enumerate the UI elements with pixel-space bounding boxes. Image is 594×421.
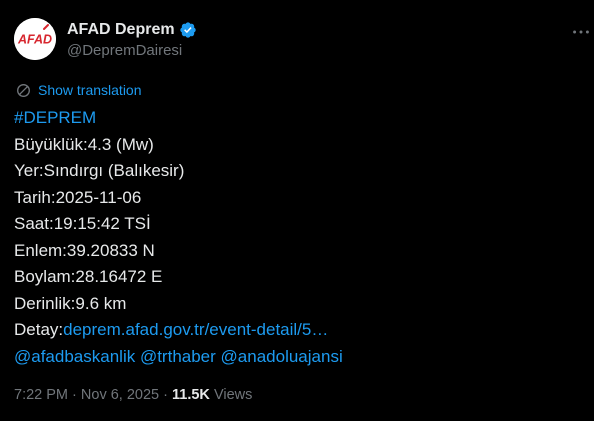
location-line: Yer:Sındırgı (Balıkesir) bbox=[14, 161, 185, 180]
meta-separator: · bbox=[72, 387, 77, 403]
display-name[interactable]: AFAD Deprem bbox=[67, 21, 175, 39]
afad-logo-icon: AFAD bbox=[14, 18, 56, 60]
avatar[interactable]: AFAD bbox=[14, 18, 56, 60]
post-text: #DEPREM Büyüklük:4.3 (Mw) Yer:Sındırgı (… bbox=[14, 105, 343, 370]
name-row: AFAD Deprem bbox=[67, 20, 197, 40]
mention-link[interactable]: @trthaber bbox=[140, 347, 216, 366]
date-line: Tarih:2025-11-06 bbox=[14, 187, 142, 207]
handle[interactable]: @DepremDairesi bbox=[67, 42, 182, 59]
post-time[interactable]: 7:22 PM bbox=[14, 387, 68, 403]
time-line: Saat:19:15:42 TSİ bbox=[14, 214, 151, 233]
avatar-text: AFAD bbox=[17, 33, 52, 47]
more-options-icon[interactable] bbox=[570, 21, 592, 43]
depth-line: Derinlik:9.6 km bbox=[14, 293, 127, 313]
views-label: Views bbox=[213, 387, 253, 403]
latitude-line: Enlem:39.20833 N bbox=[14, 240, 155, 260]
detail-line: Detay:deprem.afad.gov.tr/event-detail/5… bbox=[14, 317, 343, 344]
detail-label: Detay: bbox=[14, 320, 64, 339]
views-count: 11.5K bbox=[172, 387, 210, 403]
detail-link[interactable]: deprem.afad.gov.tr/event-detail/5… bbox=[63, 320, 328, 339]
translate-icon bbox=[16, 83, 31, 98]
meta-separator: · bbox=[163, 387, 168, 403]
mentions-line: @afadbaskanlik @trthaber @anadoluajansi bbox=[14, 344, 343, 371]
mention-link[interactable]: @afadbaskanlik bbox=[14, 347, 135, 366]
post-meta: 7:22 PM · Nov 6, 2025 · 11.5K Views bbox=[14, 387, 252, 403]
show-translation-label: Show translation bbox=[38, 82, 142, 98]
mention-link[interactable]: @anadoluajansi bbox=[221, 347, 343, 366]
magnitude-line: Büyüklük:4.3 (Mw) bbox=[14, 134, 154, 154]
verified-badge-icon bbox=[179, 21, 197, 39]
hashtag-link[interactable]: #DEPREM bbox=[14, 108, 96, 127]
post-date[interactable]: Nov 6, 2025 bbox=[81, 387, 159, 403]
post-header: AFAD AFAD Deprem @DepremDairesi bbox=[14, 18, 589, 62]
longitude-line: Boylam:28.16472 E bbox=[14, 267, 163, 286]
show-translation-button[interactable]: Show translation bbox=[16, 82, 142, 98]
